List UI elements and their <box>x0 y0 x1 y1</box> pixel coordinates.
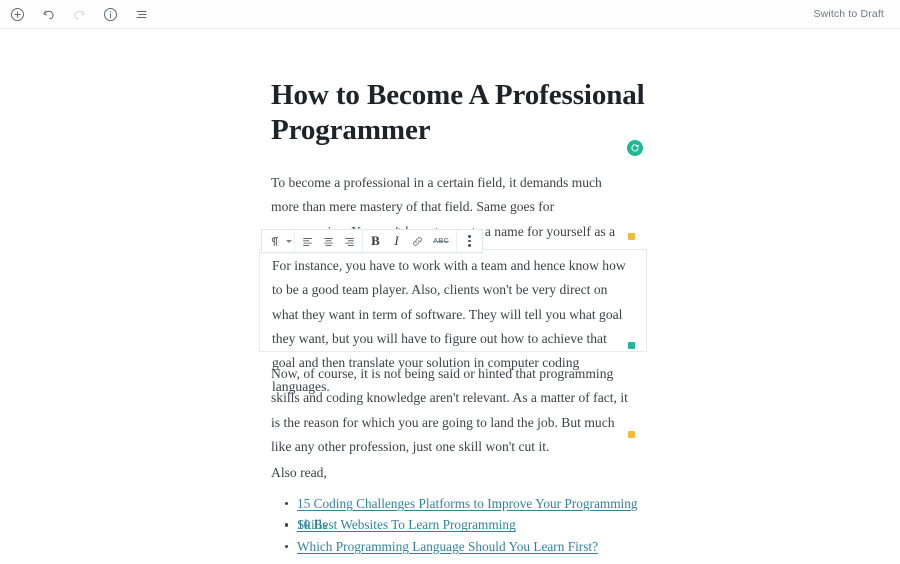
related-link-2[interactable]: 10 Best Websites To Learn Programming <box>297 517 516 532</box>
block-marker-amber-1[interactable] <box>628 233 635 240</box>
editor-top-bar: Switch to Draft <box>0 0 900 29</box>
paragraph-block-3[interactable]: Now, of course, it is not being said or … <box>271 362 631 459</box>
switch-to-draft-button[interactable]: Switch to Draft <box>809 5 888 23</box>
refresh-status-icon[interactable] <box>627 140 643 156</box>
also-read-label[interactable]: Also read, <box>271 461 327 485</box>
list-item: Which Programming Language Should You Le… <box>285 536 647 557</box>
block-marker-amber-2[interactable] <box>628 431 635 438</box>
strikethrough-button[interactable]: ABC <box>428 230 454 252</box>
info-icon[interactable] <box>99 3 121 25</box>
link-button[interactable] <box>407 230 428 252</box>
list-item: 10 Best Websites To Learn Programming <box>285 514 647 535</box>
paragraph-type-button[interactable] <box>264 230 285 252</box>
block-marker-teal[interactable] <box>628 342 635 349</box>
editor-canvas: How to Become A Professional Programmer … <box>0 29 900 564</box>
bold-glyph: B <box>371 233 380 248</box>
italic-glyph: I <box>394 233 399 248</box>
align-right-button[interactable] <box>339 230 360 252</box>
top-bar-tools <box>6 3 152 25</box>
undo-icon[interactable] <box>37 3 59 25</box>
chevron-down-icon[interactable] <box>286 239 292 243</box>
add-block-icon[interactable] <box>6 3 28 25</box>
format-group-more <box>457 230 482 252</box>
selected-paragraph-block[interactable]: For instance, you have to work with a te… <box>259 249 647 394</box>
bold-button[interactable]: B <box>365 230 386 252</box>
related-links-list: 15 Coding Challenges Platforms to Improv… <box>271 493 647 557</box>
redo-icon[interactable] <box>68 3 90 25</box>
related-link-3[interactable]: Which Programming Language Should You Le… <box>297 539 598 554</box>
block-format-toolbar: B I ABC <box>261 229 483 253</box>
more-options-button[interactable] <box>459 230 480 252</box>
align-center-button[interactable] <box>318 230 339 252</box>
list-item: 15 Coding Challenges Platforms to Improv… <box>285 493 647 532</box>
strikethrough-glyph: ABC <box>433 237 449 245</box>
format-group-inline: B I ABC <box>363 230 457 252</box>
format-group-alignment <box>295 230 363 252</box>
italic-button[interactable]: I <box>386 230 407 252</box>
kebab-menu-icon <box>468 235 471 247</box>
align-left-button[interactable] <box>297 230 318 252</box>
page-title[interactable]: How to Become A Professional Programmer <box>271 78 647 148</box>
format-group-paragraph-type <box>262 230 295 252</box>
post-title-block[interactable]: How to Become A Professional Programmer <box>271 78 647 148</box>
list-view-icon[interactable] <box>130 3 152 25</box>
